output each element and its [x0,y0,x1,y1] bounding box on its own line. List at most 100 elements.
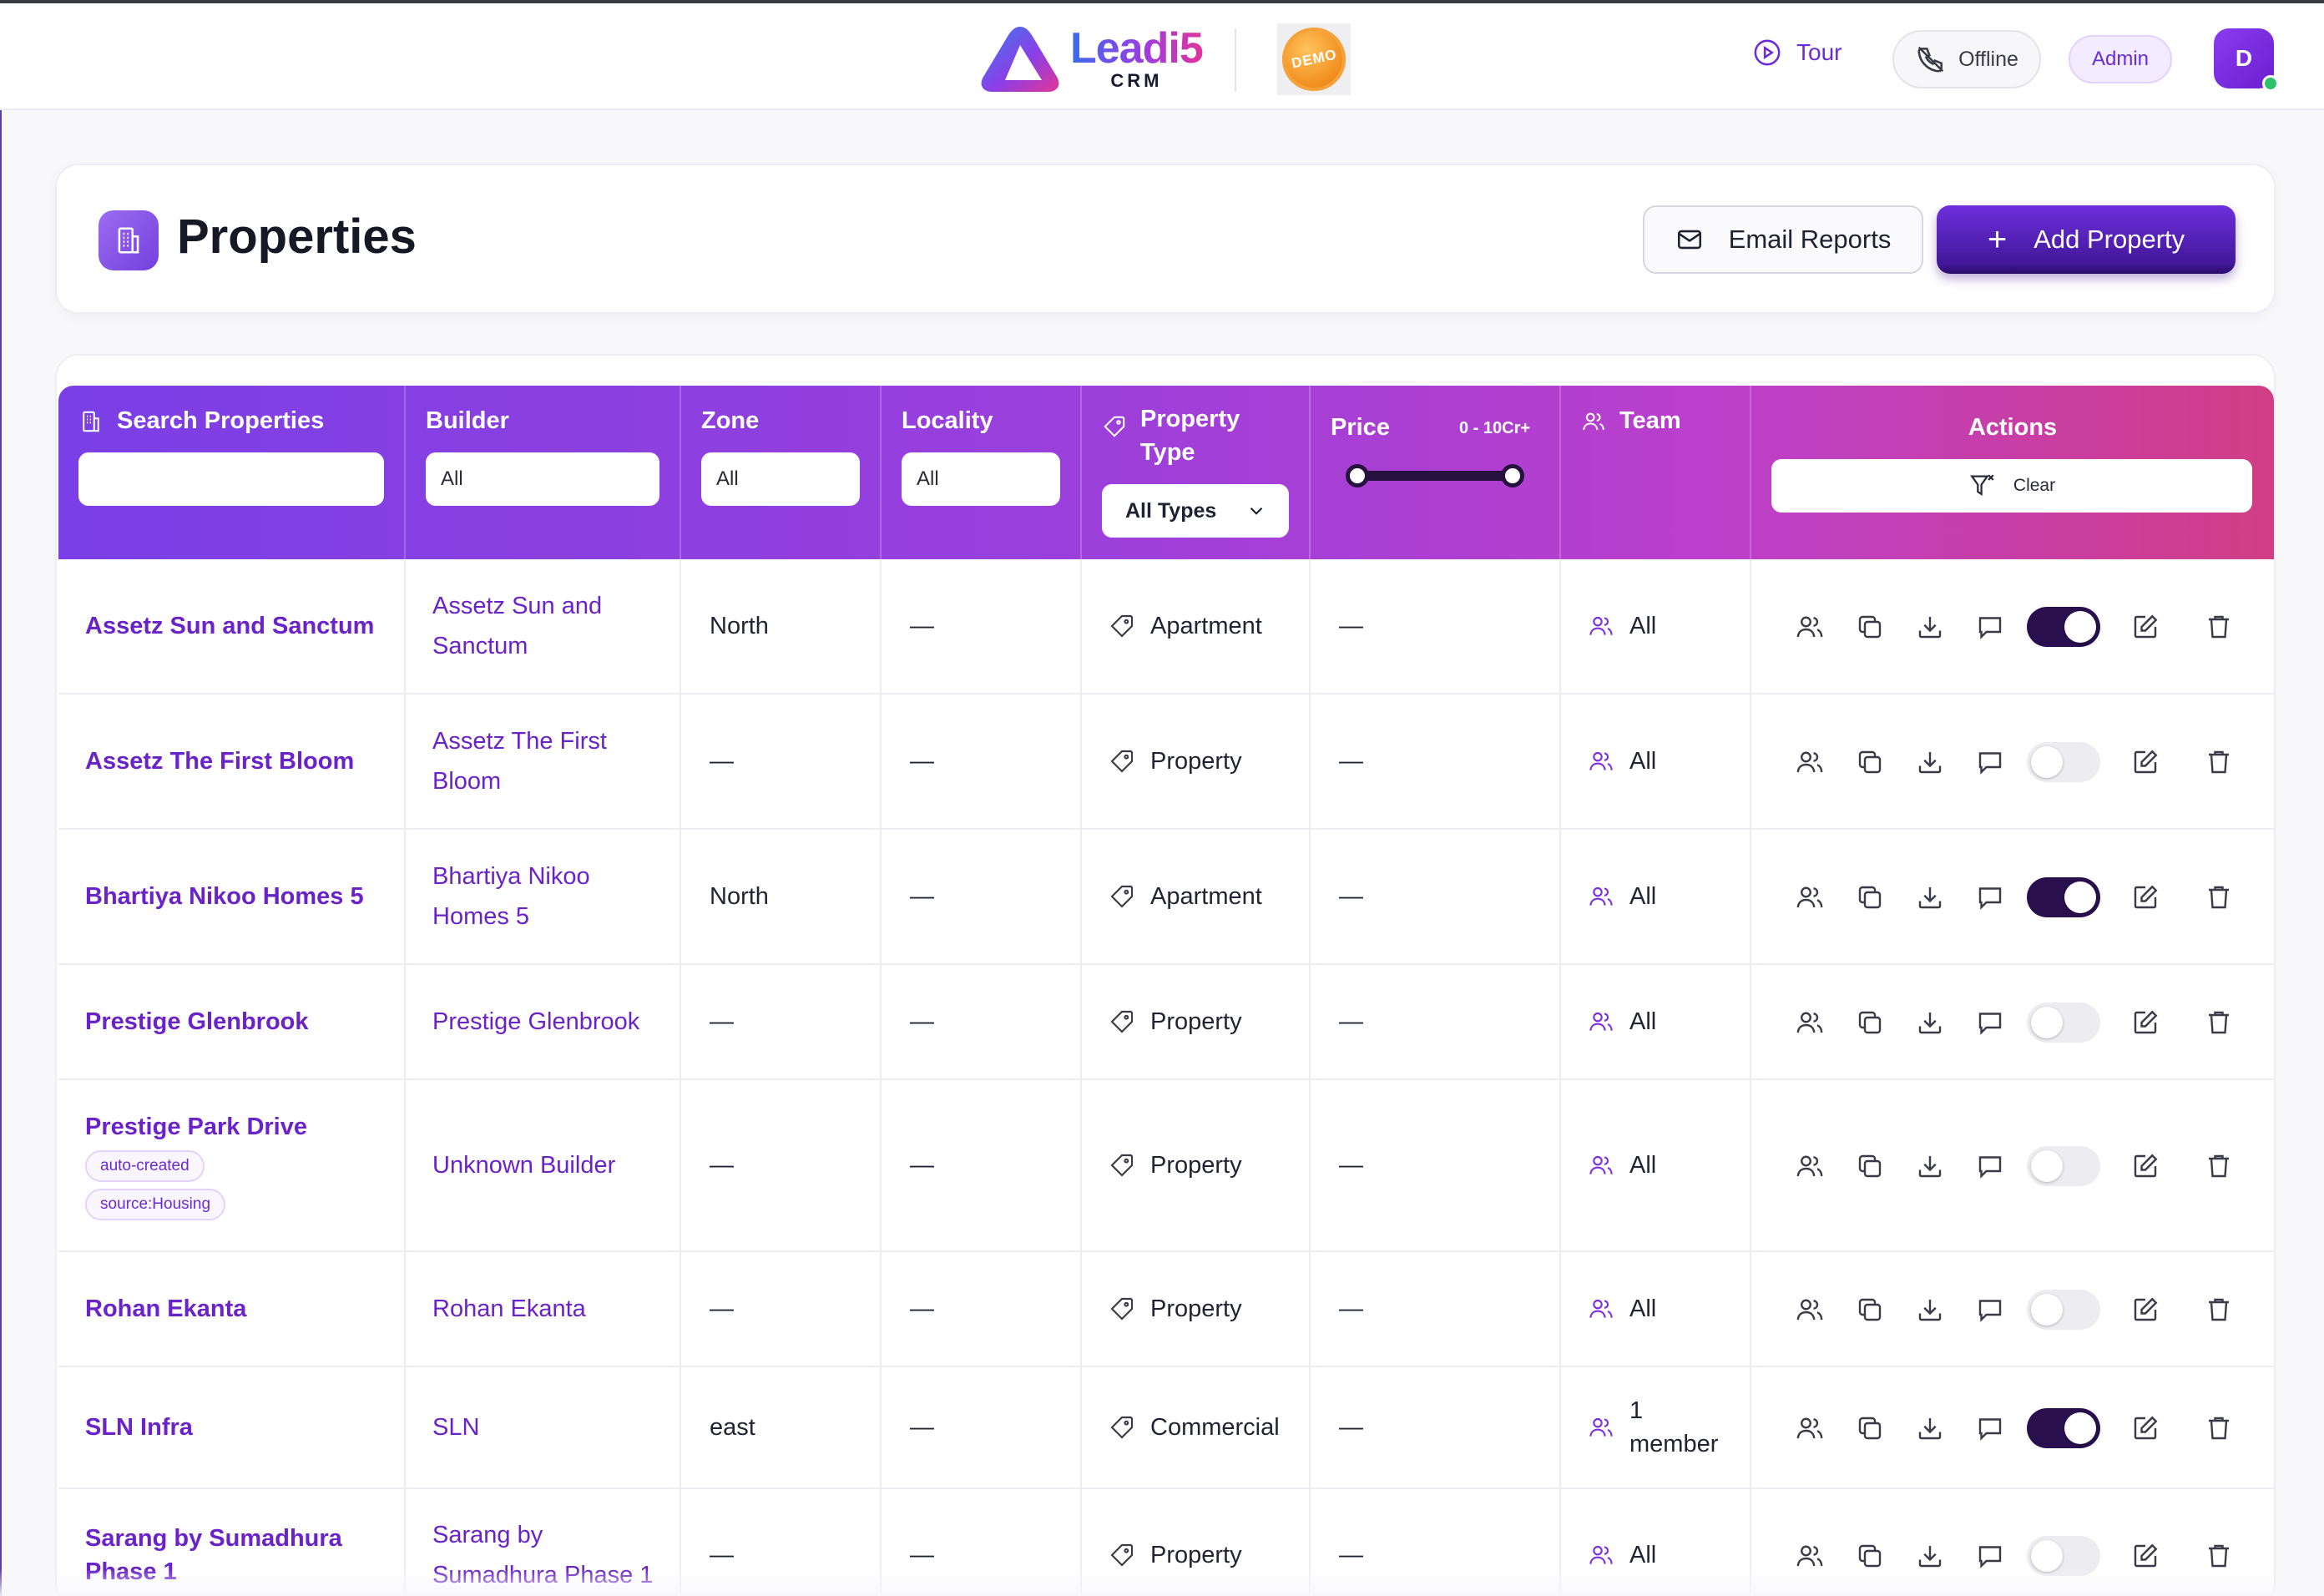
price-slider-track[interactable] [1357,471,1513,481]
builder-link[interactable]: Rohan Ekanta [432,1289,586,1329]
assign-users-icon[interactable] [1795,612,1825,642]
property-name-link[interactable]: Assetz Sun and Sanctum [85,609,374,643]
table-row[interactable]: Rohan Ekanta Rohan Ekanta — — Property —… [58,1252,2274,1367]
assign-users-icon[interactable] [1795,1008,1825,1038]
property-type-select[interactable]: All Types [1102,484,1289,538]
comment-icon[interactable] [1975,747,2005,777]
duplicate-icon[interactable] [1855,1008,1885,1038]
property-name-link[interactable]: Rohan Ekanta [85,1292,246,1326]
assign-users-icon[interactable] [1795,1151,1825,1181]
status-toggle[interactable] [2027,1003,2100,1043]
duplicate-icon[interactable] [1855,1295,1885,1325]
delete-icon[interactable] [2204,747,2234,777]
download-icon[interactable] [1915,612,1945,642]
assign-users-icon[interactable] [1795,747,1825,777]
delete-icon[interactable] [2204,612,2234,642]
property-name-link[interactable]: SLN Infra [85,1411,193,1444]
table-row[interactable]: Prestige Glenbrook Prestige Glenbrook — … [58,965,2274,1080]
builder-link[interactable]: Unknown Builder [432,1145,615,1185]
offline-status-button[interactable]: Offline [1892,30,2041,88]
property-name-link[interactable]: Assetz The First Bloom [85,745,354,778]
edit-icon[interactable] [2130,1541,2160,1571]
status-toggle[interactable] [2027,742,2100,782]
locality-filter-input[interactable]: All [902,452,1060,506]
assign-users-icon[interactable] [1795,1413,1825,1443]
builder-link[interactable]: Assetz The First Bloom [432,721,607,801]
delete-icon[interactable] [2204,882,2234,912]
download-icon[interactable] [1915,1541,1945,1571]
add-property-button[interactable]: + Add Property [1937,205,2236,274]
builder-link[interactable]: Prestige Glenbrook [432,1002,639,1042]
comment-icon[interactable] [1975,1008,2005,1038]
plus-icon: + [1987,220,2008,258]
comment-icon[interactable] [1975,1541,2005,1571]
clear-filters-button[interactable]: Clear [1771,459,2252,513]
download-icon[interactable] [1915,1008,1945,1038]
delete-icon[interactable] [2204,1413,2234,1443]
zone-label: Zone [701,407,760,434]
status-toggle[interactable] [2027,877,2100,917]
price-slider-max-handle[interactable] [1501,464,1524,487]
email-reports-button[interactable]: Email Reports [1643,205,1923,274]
edit-icon[interactable] [2130,747,2160,777]
builder-link[interactable]: Assetz Sun and Sanctum [432,586,602,666]
comment-icon[interactable] [1975,1151,2005,1181]
locality-value: — [910,1541,934,1568]
comment-icon[interactable] [1975,882,2005,912]
duplicate-icon[interactable] [1855,1151,1885,1181]
toggle-knob [2064,1412,2096,1444]
download-icon[interactable] [1915,1151,1945,1181]
zone-filter-input[interactable]: All [701,452,860,506]
table-row[interactable]: Assetz Sun and Sanctum Assetz Sun and San… [58,559,2274,694]
delete-icon[interactable] [2204,1295,2234,1325]
delete-icon[interactable] [2204,1008,2234,1038]
builder-link[interactable]: Bhartiya Nikoo Homes 5 [432,856,590,937]
duplicate-icon[interactable] [1855,612,1885,642]
tour-button[interactable]: Tour [1753,38,1842,67]
app-logo[interactable]: Leadi5 CRM [975,20,1204,97]
status-toggle[interactable] [2027,1290,2100,1330]
duplicate-icon[interactable] [1855,1413,1885,1443]
builder-filter-input[interactable]: All [426,452,659,506]
builder-link[interactable]: SLN [432,1407,479,1447]
delete-icon[interactable] [2204,1151,2234,1181]
edit-icon[interactable] [2130,612,2160,642]
edit-icon[interactable] [2130,1008,2160,1038]
table-row[interactable]: Assetz The First Bloom Assetz The First B… [58,694,2274,830]
property-name-link[interactable]: Prestige Glenbrook [85,1005,309,1038]
download-icon[interactable] [1915,1295,1945,1325]
price-value: — [1339,1151,1363,1179]
table-row[interactable]: Prestige Park Drive auto-created source:Ho… [58,1080,2274,1252]
status-toggle[interactable] [2027,1408,2100,1448]
property-name-link[interactable]: Bhartiya Nikoo Homes 5 [85,880,364,913]
property-type-value: Property [1109,1295,1242,1323]
delete-icon[interactable] [2204,1541,2234,1571]
assign-users-icon[interactable] [1795,882,1825,912]
user-avatar[interactable]: D [2214,28,2279,92]
duplicate-icon[interactable] [1855,882,1885,912]
edit-icon[interactable] [2130,1413,2160,1443]
edit-icon[interactable] [2130,1295,2160,1325]
status-toggle[interactable] [2027,607,2100,647]
status-toggle[interactable] [2027,1146,2100,1186]
assign-users-icon[interactable] [1795,1295,1825,1325]
admin-badge[interactable]: Admin [2069,35,2172,83]
comment-icon[interactable] [1975,1295,2005,1325]
edit-icon[interactable] [2130,882,2160,912]
download-icon[interactable] [1915,747,1945,777]
assign-users-icon[interactable] [1795,1541,1825,1571]
property-tag: auto-created [85,1150,205,1182]
table-row[interactable]: Bhartiya Nikoo Homes 5 Bhartiya Nikoo Hom… [58,830,2274,965]
price-slider-min-handle[interactable] [1346,464,1369,487]
property-name-link[interactable]: Prestige Park Drive [85,1110,307,1144]
type-cell: Property [1082,1080,1311,1250]
duplicate-icon[interactable] [1855,747,1885,777]
search-input[interactable] [78,452,384,506]
table-row[interactable]: SLN Infra SLN east — Commercial — 1 membe… [58,1367,2274,1489]
duplicate-icon[interactable] [1855,1541,1885,1571]
edit-icon[interactable] [2130,1151,2160,1181]
comment-icon[interactable] [1975,612,2005,642]
download-icon[interactable] [1915,882,1945,912]
download-icon[interactable] [1915,1413,1945,1443]
comment-icon[interactable] [1975,1413,2005,1443]
